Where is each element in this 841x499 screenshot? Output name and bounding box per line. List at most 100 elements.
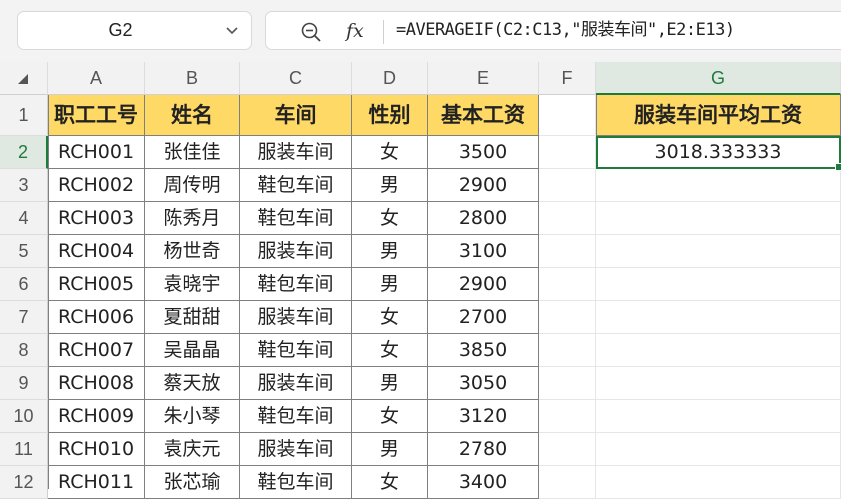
cell-d5[interactable]: 男: [352, 235, 428, 268]
cell-c8[interactable]: 鞋包车间: [240, 334, 352, 367]
cell-a12[interactable]: RCH011: [48, 466, 145, 499]
cell-g5[interactable]: [596, 235, 841, 268]
cell-f3[interactable]: [539, 169, 596, 202]
cell-b7[interactable]: 夏甜甜: [145, 301, 240, 334]
cell-d1[interactable]: 性别: [352, 95, 428, 136]
cell-e7[interactable]: 2700: [428, 301, 539, 334]
row-header-12[interactable]: 12: [0, 466, 48, 499]
cell-d10[interactable]: 女: [352, 400, 428, 433]
cell-a8[interactable]: RCH007: [48, 334, 145, 367]
row-header-9[interactable]: 9: [0, 367, 48, 400]
cell-d11[interactable]: 男: [352, 433, 428, 466]
cell-f5[interactable]: [539, 235, 596, 268]
column-header-c[interactable]: C: [240, 62, 352, 95]
cell-a2[interactable]: RCH001: [48, 136, 145, 169]
cell-g12[interactable]: [596, 466, 841, 499]
cell-a11[interactable]: RCH010: [48, 433, 145, 466]
cell-a9[interactable]: RCH008: [48, 367, 145, 400]
cell-e11[interactable]: 2780: [428, 433, 539, 466]
formula-input[interactable]: =AVERAGEIF(C2:C13,"服装车间",E2:E13): [396, 12, 735, 49]
cell-f8[interactable]: [539, 334, 596, 367]
cell-c11[interactable]: 服装车间: [240, 433, 352, 466]
cell-b12[interactable]: 张芯瑜: [145, 466, 240, 499]
column-header-a[interactable]: A: [48, 62, 145, 95]
cell-a5[interactable]: RCH004: [48, 235, 145, 268]
column-header-g[interactable]: G: [596, 62, 841, 95]
function-icon[interactable]: fx: [346, 16, 364, 46]
formula-bar[interactable]: fx =AVERAGEIF(C2:C13,"服装车间",E2:E13): [265, 11, 841, 50]
cell-e4[interactable]: 2800: [428, 202, 539, 235]
cell-d8[interactable]: 女: [352, 334, 428, 367]
cell-f9[interactable]: [539, 367, 596, 400]
cell-e10[interactable]: 3120: [428, 400, 539, 433]
row-header-6[interactable]: 6: [0, 268, 48, 301]
column-header-e[interactable]: E: [428, 62, 539, 95]
cell-g8[interactable]: [596, 334, 841, 367]
cell-d3[interactable]: 男: [352, 169, 428, 202]
cell-g6[interactable]: [596, 268, 841, 301]
cell-f10[interactable]: [539, 400, 596, 433]
spreadsheet-grid[interactable]: A B C D E F G 1 2 3 4 5 6 7 8 9 10 11 12 职工工号 姓名 车间 性别 基本工资 服装车间…: [0, 62, 841, 499]
cell-c3[interactable]: 鞋包车间: [240, 169, 352, 202]
cell-b3[interactable]: 周传明: [145, 169, 240, 202]
row-header-10[interactable]: 10: [0, 400, 48, 433]
cell-d9[interactable]: 男: [352, 367, 428, 400]
name-box[interactable]: G2: [17, 11, 252, 50]
cell-b9[interactable]: 蔡天放: [145, 367, 240, 400]
cell-b2[interactable]: 张佳佳: [145, 136, 240, 169]
cell-e1[interactable]: 基本工资: [428, 95, 539, 136]
cell-g11[interactable]: [596, 433, 841, 466]
cell-e5[interactable]: 3100: [428, 235, 539, 268]
cell-f1[interactable]: [539, 95, 596, 136]
cell-e12[interactable]: 3400: [428, 466, 539, 499]
cell-b5[interactable]: 杨世奇: [145, 235, 240, 268]
cell-f4[interactable]: [539, 202, 596, 235]
cell-f7[interactable]: [539, 301, 596, 334]
cell-e8[interactable]: 3850: [428, 334, 539, 367]
cell-f6[interactable]: [539, 268, 596, 301]
row-header-5[interactable]: 5: [0, 235, 48, 268]
cell-c7[interactable]: 服装车间: [240, 301, 352, 334]
cell-d7[interactable]: 女: [352, 301, 428, 334]
cell-g9[interactable]: [596, 367, 841, 400]
cell-f12[interactable]: [539, 466, 596, 499]
cell-b6[interactable]: 袁晓宇: [145, 268, 240, 301]
cell-d4[interactable]: 女: [352, 202, 428, 235]
row-header-7[interactable]: 7: [0, 301, 48, 334]
cell-a1[interactable]: 职工工号: [48, 95, 145, 136]
cell-g2[interactable]: 3018.333333: [596, 136, 841, 169]
cell-a7[interactable]: RCH006: [48, 301, 145, 334]
cell-d12[interactable]: 女: [352, 466, 428, 499]
cell-a4[interactable]: RCH003: [48, 202, 145, 235]
cell-e9[interactable]: 3050: [428, 367, 539, 400]
cell-c6[interactable]: 鞋包车间: [240, 268, 352, 301]
cell-c5[interactable]: 服装车间: [240, 235, 352, 268]
cell-g4[interactable]: [596, 202, 841, 235]
cell-c4[interactable]: 鞋包车间: [240, 202, 352, 235]
row-header-3[interactable]: 3: [0, 169, 48, 202]
cell-a6[interactable]: RCH005: [48, 268, 145, 301]
cell-a10[interactable]: RCH009: [48, 400, 145, 433]
cell-c1[interactable]: 车间: [240, 95, 352, 136]
cell-e6[interactable]: 2900: [428, 268, 539, 301]
cell-f2[interactable]: [539, 136, 596, 169]
zoom-out-icon[interactable]: [300, 21, 322, 43]
cell-d6[interactable]: 男: [352, 268, 428, 301]
cell-g7[interactable]: [596, 301, 841, 334]
cell-b11[interactable]: 袁庆元: [145, 433, 240, 466]
column-header-b[interactable]: B: [145, 62, 240, 95]
row-header-8[interactable]: 8: [0, 334, 48, 367]
cell-b4[interactable]: 陈秀月: [145, 202, 240, 235]
cell-b10[interactable]: 朱小琴: [145, 400, 240, 433]
cell-b8[interactable]: 吴晶晶: [145, 334, 240, 367]
cell-d2[interactable]: 女: [352, 136, 428, 169]
cell-c10[interactable]: 鞋包车间: [240, 400, 352, 433]
cell-c2[interactable]: 服装车间: [240, 136, 352, 169]
cell-g1[interactable]: 服装车间平均工资: [596, 95, 841, 136]
cell-c12[interactable]: 鞋包车间: [240, 466, 352, 499]
column-header-f[interactable]: F: [539, 62, 596, 95]
cell-a3[interactable]: RCH002: [48, 169, 145, 202]
name-box-value[interactable]: G2: [18, 12, 223, 49]
cell-e2[interactable]: 3500: [428, 136, 539, 169]
row-header-1[interactable]: 1: [0, 95, 48, 136]
